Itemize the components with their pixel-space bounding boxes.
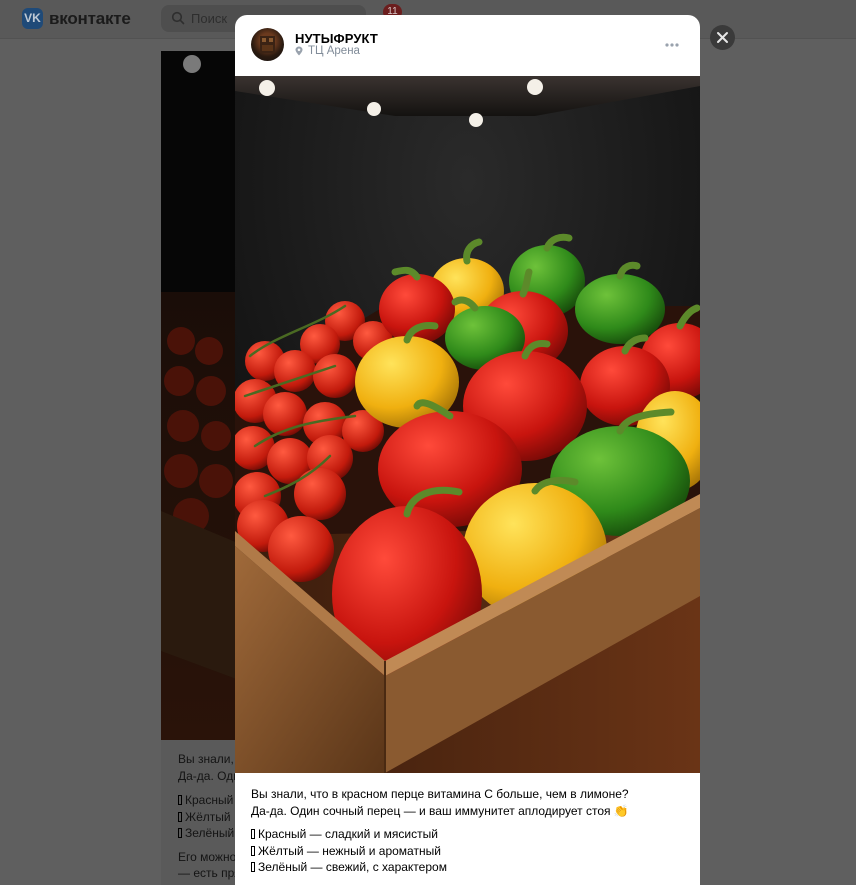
close-icon — [717, 32, 728, 43]
clapping-hands-emoji: 👏 — [613, 803, 629, 818]
map-pin-icon — [295, 46, 303, 56]
vk-logo-icon: VK — [22, 8, 43, 29]
post-header: НУТЫФРУКТ ТЦ Арена — [235, 15, 700, 76]
logo-text: вконтакте — [49, 8, 131, 28]
close-viewer-button[interactable] — [710, 25, 735, 50]
search-placeholder: Поиск — [191, 11, 228, 26]
background-text-line: Красный — [178, 793, 233, 807]
post-location[interactable]: ТЦ Арена — [295, 45, 360, 57]
background-text-line: — есть пря — [178, 866, 241, 880]
post-text: Вы знали, что в красном перце витамина С… — [251, 786, 691, 876]
more-dots-icon — [665, 43, 679, 47]
background-text-line: Зелёный — [178, 826, 234, 840]
list-item: Красный — сладкий и мясистый — [251, 826, 691, 843]
author-avatar[interactable] — [251, 28, 284, 61]
more-options-button[interactable] — [657, 37, 687, 53]
background-text-line: Да-да. Оди — [178, 769, 240, 783]
background-text-line: Его можно — [178, 850, 237, 864]
location-label: ТЦ Арена — [308, 45, 360, 57]
list-item: Зелёный — свежий, с характером — [251, 859, 691, 876]
post-text-line: Да-да. Один сочный перец — и ваш иммунит… — [251, 803, 629, 818]
post-text-line: Вы знали, что в красном перце витамина С… — [251, 787, 629, 801]
unsupported-glyph-icon — [251, 862, 255, 872]
background-text-line: Жёлтый — [178, 810, 231, 824]
list-item: Жёлтый — нежный и ароматный — [251, 843, 691, 860]
vk-logo[interactable]: VK вконтакте — [22, 8, 131, 29]
background-text-line: Вы знали, — [178, 752, 234, 766]
post-viewer-modal: НУТЫФРУКТ ТЦ Арена Вы знали, что в красн… — [235, 15, 700, 885]
unsupported-glyph-icon — [251, 845, 255, 856]
post-photo[interactable] — [235, 76, 700, 773]
search-icon — [171, 11, 185, 25]
unsupported-glyph-icon — [251, 829, 255, 839]
author-name[interactable]: НУТЫФРУКТ — [295, 31, 378, 46]
